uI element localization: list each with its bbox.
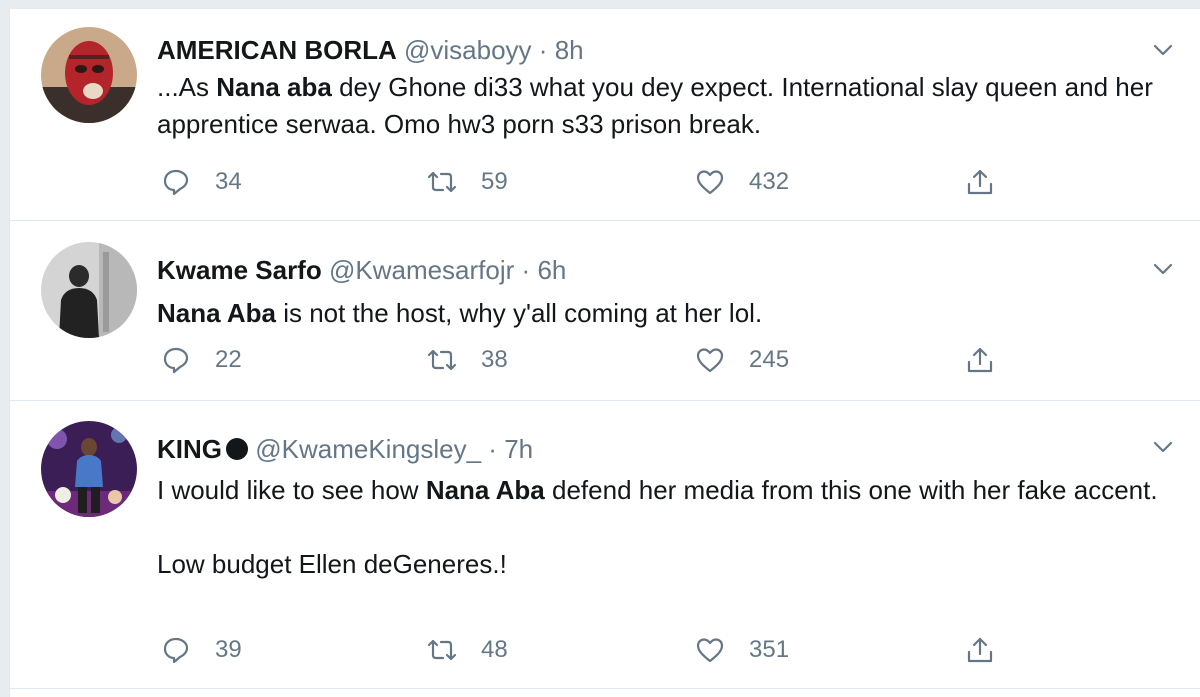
tweet[interactable]: KING @KwameKingsley_ · 7h I would like t… xyxy=(10,400,1200,689)
tweet-menu-button[interactable] xyxy=(1150,37,1176,63)
like-button[interactable]: 351 xyxy=(695,632,789,668)
tweet[interactable]: AMERICAN BORLA @visaboyy · 8h ...As Nana… xyxy=(10,9,1200,221)
tweet-paragraph: Nana Aba is not the host, why y'all comi… xyxy=(157,295,1177,332)
separator: · xyxy=(538,35,548,65)
text-run: Low budget Ellen deGeneres.! xyxy=(157,549,507,579)
tweet-actions: 22 38 245 xyxy=(157,342,1157,378)
mention-highlight: Nana Aba xyxy=(157,298,276,328)
share-icon xyxy=(967,347,993,373)
tweet-paragraph: Low budget Ellen deGeneres.! xyxy=(157,546,1177,583)
share-button[interactable] xyxy=(965,164,995,200)
avatar-person-dark-icon xyxy=(41,242,137,338)
chevron-down-icon xyxy=(1153,44,1173,56)
retweet-icon xyxy=(427,349,457,371)
retweet-button[interactable]: 48 xyxy=(427,632,508,668)
user-handle[interactable]: @KwameKingsley_ xyxy=(255,434,481,464)
share-button[interactable] xyxy=(965,632,995,668)
reply-button[interactable]: 22 xyxy=(161,342,242,378)
reply-icon xyxy=(163,347,189,374)
tweet-header: Kwame Sarfo @Kwamesarfojr · 6h xyxy=(157,254,566,286)
timestamp[interactable]: 7h xyxy=(504,434,533,464)
like-count: 245 xyxy=(749,346,790,373)
display-name[interactable]: Kwame Sarfo xyxy=(157,255,322,285)
tweet-header: AMERICAN BORLA @visaboyy · 8h xyxy=(157,34,584,66)
reply-count: 34 xyxy=(215,168,242,195)
tweet-feed: AMERICAN BORLA @visaboyy · 8h ...As Nana… xyxy=(9,9,1200,697)
retweet-count: 48 xyxy=(481,636,508,663)
like-button[interactable]: 432 xyxy=(695,164,789,200)
retweet-count: 38 xyxy=(481,346,508,373)
share-icon xyxy=(967,169,993,195)
tweet-text: Nana Aba is not the host, why y'all comi… xyxy=(157,295,1177,332)
retweet-icon xyxy=(427,171,457,193)
share-icon xyxy=(967,637,993,663)
tweet-menu-button[interactable] xyxy=(1150,256,1176,282)
reply-icon xyxy=(163,169,189,196)
user-handle[interactable]: @Kwamesarfojr xyxy=(329,255,514,285)
reply-button[interactable]: 39 xyxy=(161,632,242,668)
separator: · xyxy=(488,434,497,464)
tweet-header: KING @KwameKingsley_ · 7h xyxy=(157,433,533,465)
retweet-icon xyxy=(427,639,457,661)
heart-icon xyxy=(696,638,724,663)
avatar[interactable] xyxy=(41,27,137,123)
text-run: is not the host, why y'all coming at her… xyxy=(275,298,763,328)
retweet-button[interactable]: 59 xyxy=(427,164,508,200)
tweet-paragraph: I would like to see how Nana Aba defend … xyxy=(157,472,1177,509)
retweet-count: 59 xyxy=(481,168,508,195)
separator: · xyxy=(521,255,531,285)
chevron-down-icon xyxy=(1153,441,1173,453)
chevron-down-icon xyxy=(1153,263,1173,275)
black-circle-icon xyxy=(226,438,248,460)
tweet-actions: 34 59 432 xyxy=(157,164,1157,200)
tweet[interactable]: Kwame Sarfo @Kwamesarfojr · 6h Nana Aba … xyxy=(10,220,1200,401)
like-count: 432 xyxy=(749,168,790,195)
like-count: 351 xyxy=(749,636,790,663)
tweet-menu-button[interactable] xyxy=(1150,434,1176,460)
timestamp[interactable]: 6h xyxy=(537,255,566,285)
reply-count: 39 xyxy=(215,636,242,663)
text-run: I would like to see how xyxy=(157,475,426,505)
tweet-actions: 39 48 351 xyxy=(157,632,1157,668)
mention-highlight: Nana aba xyxy=(216,72,332,102)
tweet-text: I would like to see how Nana Aba defend … xyxy=(157,472,1177,583)
share-button[interactable] xyxy=(965,342,995,378)
mention-highlight: Nana Aba xyxy=(425,475,545,505)
like-button[interactable]: 245 xyxy=(695,342,789,378)
avatar[interactable] xyxy=(41,421,137,517)
user-handle[interactable]: @visaboyy xyxy=(404,35,532,65)
reply-icon xyxy=(163,637,189,664)
avatar-stage-performer-icon xyxy=(41,421,137,517)
reply-button[interactable]: 34 xyxy=(161,164,242,200)
avatar[interactable] xyxy=(41,242,137,338)
reply-count: 22 xyxy=(215,346,242,373)
text-run: defend her media from this one with her … xyxy=(544,475,1158,505)
retweet-button[interactable]: 38 xyxy=(427,342,508,378)
tweet-paragraph: ...As Nana aba dey Ghone di33 what you d… xyxy=(157,69,1177,143)
timestamp[interactable]: 8h xyxy=(555,35,584,65)
heart-icon xyxy=(696,348,724,373)
text-run: ...As xyxy=(157,72,217,102)
display-name[interactable]: AMERICAN BORLA xyxy=(157,35,397,65)
avatar-red-balaclava-icon xyxy=(41,27,137,123)
display-name[interactable]: KING xyxy=(157,434,222,464)
heart-icon xyxy=(696,170,724,195)
tweet-text: ...As Nana aba dey Ghone di33 what you d… xyxy=(157,69,1177,143)
